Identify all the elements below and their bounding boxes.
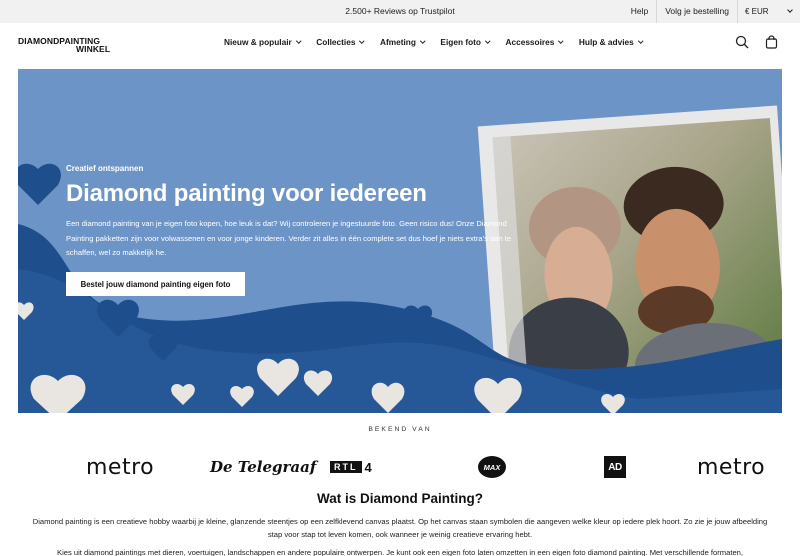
main-nav: Nieuw & populair Collecties Afmeting Eig… [224, 37, 658, 47]
hero-eyebrow: Creatief ontspannen [66, 164, 144, 173]
chevron-down-icon [420, 38, 426, 44]
chevron-down-icon [638, 38, 643, 44]
chevron-down-icon [359, 38, 365, 44]
chevron-down-icon [787, 6, 793, 13]
max-logo: MAX [478, 453, 506, 481]
hero-title: Diamond painting voor iedereen [66, 180, 427, 207]
announcement-bar: 2.500+ Reviews op Trustpilot Help Volg j… [0, 0, 800, 23]
nav-label: Hulp & advies [578, 37, 634, 47]
nav-item-eigen-foto[interactable]: Eigen foto [440, 37, 491, 47]
about-paragraph-1: Diamond painting is een creatieve hobby … [32, 517, 768, 539]
chevron-down-icon [485, 38, 491, 44]
hero-banner: Creatief ontspannen Diamond painting voo… [18, 69, 782, 413]
metro-logo-text: metro [697, 454, 766, 480]
nav-label: Afmeting [379, 37, 416, 47]
about-paragraph-2: Kies uit diamond paintings met dieren, v… [57, 548, 743, 556]
nav-item-collecties[interactable]: Collecties [316, 37, 365, 47]
nav-item-afmeting[interactable]: Afmeting [379, 37, 426, 47]
track-order-link[interactable]: Volg je bestelling [657, 0, 737, 23]
nav-label: Accessoires [505, 37, 555, 47]
currency-label: € EUR [745, 7, 769, 16]
metro-logo: metro [86, 453, 154, 481]
site-header: DIAMONDPAINTING WINKEL Nieuw & populair … [0, 23, 800, 67]
telegraaf-logo-text: De Telegraaf [210, 458, 317, 476]
nav-label: Nieuw & populair [224, 37, 292, 47]
nav-item-accessoires[interactable]: Accessoires [505, 37, 564, 47]
chevron-down-icon [558, 38, 564, 44]
header-icons [735, 35, 778, 49]
utility-links: Help Volg je bestelling € EUR [623, 0, 800, 23]
section-title: Wat is Diamond Painting? [316, 491, 483, 506]
site-logo[interactable]: DIAMONDPAINTING WINKEL [18, 37, 111, 54]
nav-label: Collecties [316, 37, 356, 47]
nav-item-nieuw-populair[interactable]: Nieuw & populair [224, 37, 301, 47]
search-icon[interactable] [735, 35, 749, 49]
hero-description: Een diamond painting van je eigen foto k… [66, 219, 512, 257]
metro-logo-text: metro [86, 454, 155, 480]
metro-logo: metro [697, 453, 765, 481]
max-logo-text: MAX [478, 456, 506, 478]
cart-icon[interactable] [765, 35, 778, 49]
order-custom-photo-button[interactable]: Bestel jouw diamond painting eigen foto [66, 272, 245, 296]
rtl-logo-text: RTL [330, 461, 362, 473]
known-from-label: BEKEND VAN [368, 426, 432, 433]
help-link[interactable]: Help [623, 0, 656, 23]
chevron-down-icon [296, 38, 301, 44]
rtl-logo-number: 4 [364, 459, 372, 475]
nav-label: Eigen foto [440, 37, 481, 47]
hero-text: Creatief ontspannen Diamond painting voo… [66, 164, 536, 261]
ad-logo-text: AD [604, 456, 626, 478]
ad-logo: AD [604, 453, 626, 481]
nav-item-hulp-advies[interactable]: Hulp & advies [578, 37, 643, 47]
rtl4-logo: RTL 4 [330, 453, 372, 481]
logo-line-2: WINKEL [76, 44, 111, 54]
currency-selector[interactable]: € EUR [738, 6, 800, 16]
press-logos: metro De Telegraaf RTL 4 MAX AD metro [0, 453, 800, 483]
telegraaf-logo: De Telegraaf [210, 453, 316, 481]
